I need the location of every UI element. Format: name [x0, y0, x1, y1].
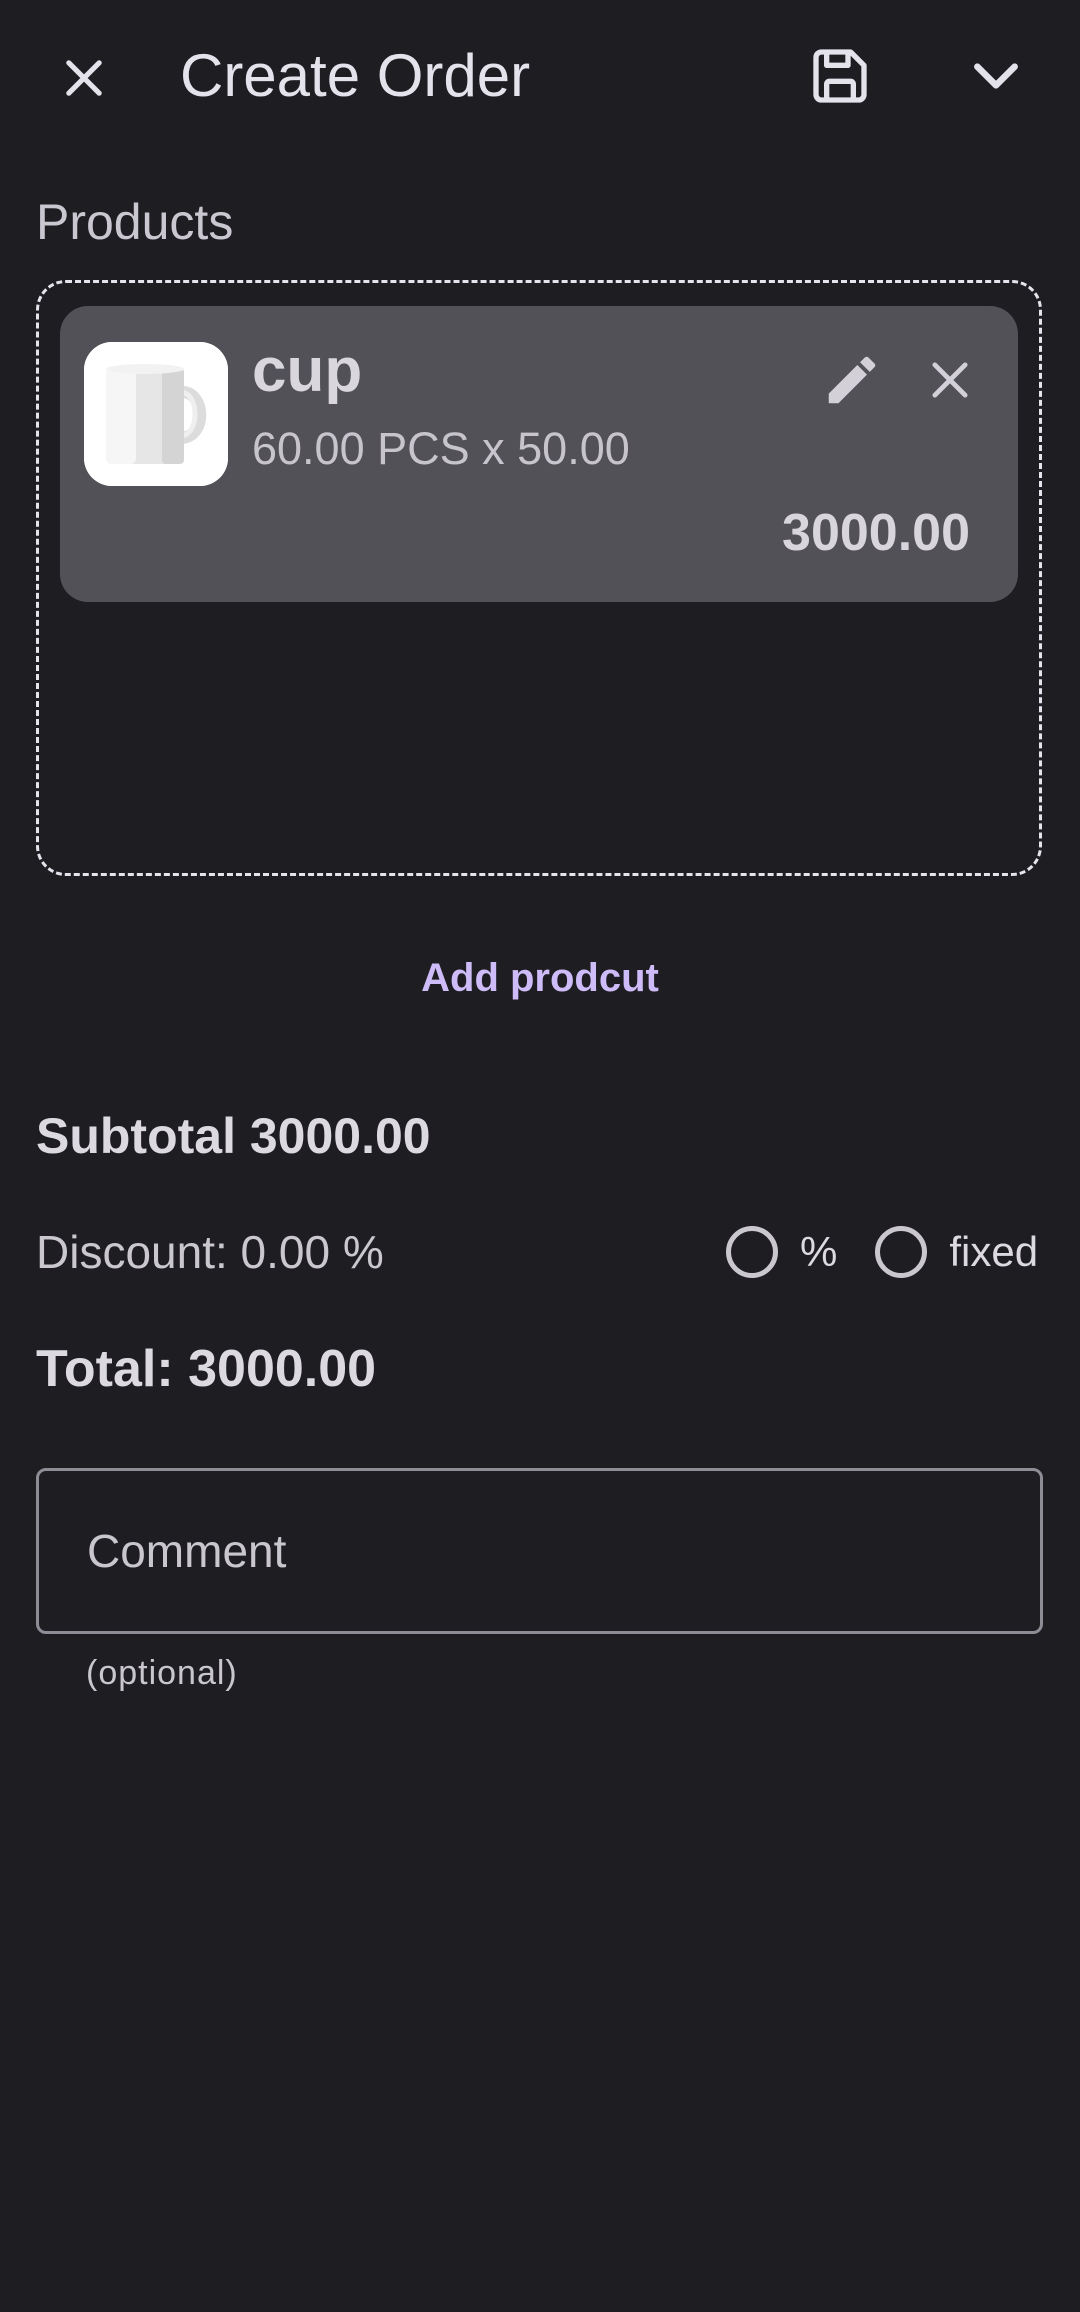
mug-image	[84, 342, 228, 486]
pencil-icon	[828, 356, 876, 404]
collapse-button[interactable]	[954, 34, 1038, 118]
chevron-down-icon	[974, 63, 1018, 89]
discount-percent-option[interactable]: %	[726, 1224, 837, 1280]
comment-helper-text: (optional)	[86, 1654, 238, 1692]
discount-type-group: % fixed	[726, 1220, 1038, 1284]
product-card[interactable]: cup 60.00 PCS x 50.00 3000.00	[60, 306, 1018, 602]
radio-fixed-label: fixed	[949, 1228, 1039, 1275]
close-icon	[932, 362, 968, 398]
product-name: cup	[252, 336, 363, 405]
product-quantity-price: 60.00 PCS x 50.00	[252, 423, 630, 474]
save-button[interactable]	[798, 34, 882, 118]
close-icon	[66, 60, 102, 96]
discount-fixed-option[interactable]: fixed	[875, 1224, 1038, 1280]
products-section-label: Products	[36, 194, 234, 250]
subtotal-text: Subtotal 3000.00	[36, 1108, 431, 1164]
product-thumbnail	[84, 342, 228, 486]
top-app-bar: Create Order	[0, 0, 1080, 150]
radio-fixed[interactable]	[875, 1226, 928, 1278]
radio-percent-label: %	[800, 1228, 838, 1275]
create-order-screen: Create Order Products cup 60.00 PCS x 50…	[0, 0, 1080, 2312]
page-title: Create Order	[180, 42, 531, 109]
total-text: Total: 3000.00	[36, 1340, 377, 1398]
comment-placeholder: Comment	[87, 1525, 287, 1577]
comment-field[interactable]: Comment	[36, 1468, 1043, 1634]
remove-product-button[interactable]	[910, 340, 990, 420]
product-line-total: 3000.00	[782, 504, 970, 562]
edit-product-button[interactable]	[812, 340, 892, 420]
discount-text[interactable]: Discount: 0.00 %	[36, 1224, 384, 1280]
add-product-button[interactable]: Add prodcut	[0, 948, 1080, 1008]
save-icon	[813, 49, 867, 103]
close-button[interactable]	[42, 36, 126, 120]
radio-percent[interactable]	[726, 1226, 778, 1278]
